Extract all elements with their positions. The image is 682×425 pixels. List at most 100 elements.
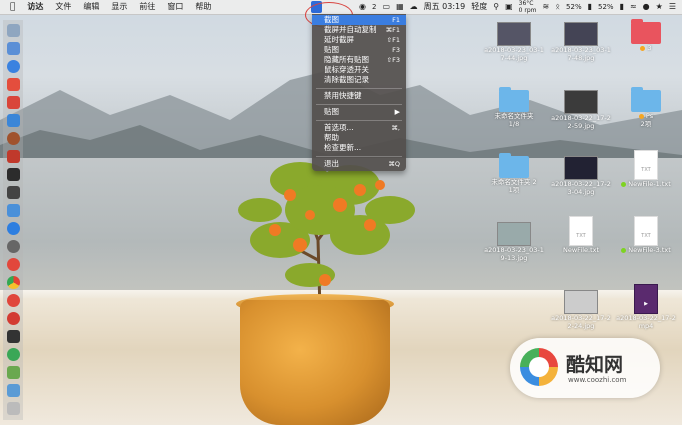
app-icon-green[interactable] [7,366,20,379]
app-icon-black[interactable] [7,186,20,199]
menu-item-pin-image[interactable]: 贴图 F3 [312,45,406,55]
menu-file[interactable]: 文件 [49,0,77,14]
menu-item-screenshot[interactable]: 截图 F1 [312,15,406,25]
desktop-file[interactable]: a2018-03-22_17-2 2-24.jpg [551,290,611,330]
settings-icon[interactable] [7,240,20,253]
tag-dot [640,45,646,51]
battery-percent-2: 52% [598,3,614,11]
menu-item-screenshot-copy[interactable]: 截屏并自动复制 ⌘F1 [312,25,406,35]
battery-icon[interactable]: ▮ [585,0,595,14]
menu-window[interactable]: 窗口 [161,0,189,14]
menu-item-delayed-screenshot[interactable]: 延时截屏 ⇧F1 [312,35,406,45]
document-icon: TXT [634,216,658,246]
search-icon[interactable]: ⚲ [490,0,502,14]
downloads-folder-icon[interactable] [7,384,20,397]
trash-icon[interactable] [7,402,20,415]
menu-item-mouse-passthrough[interactable]: 鼠标穿透开关 [312,65,406,75]
cloud-icon[interactable]: ☁ [407,0,421,14]
desktop-file[interactable]: a2018-03-23_03-1 7-48.jpg [551,22,611,62]
desktop-file[interactable]: ▶ a2018-03-22_17-2 mp4 [616,284,676,330]
watermark: 酷知网 www.coozhi.com [510,338,660,398]
image-thumbnail [564,90,598,114]
temperature: 36°C 0 rpm [516,0,540,14]
file-name-line2: 9-13.jpg [500,254,528,262]
wifi-icon[interactable]: ≈ [627,0,640,14]
yandex-icon[interactable] [7,258,20,271]
menu-item-label: 延时截屏 [324,35,354,44]
bluetooth-icon[interactable]: ᛟ [552,0,563,14]
menu-item-check-updates[interactable]: 检查更新... [312,143,406,153]
tag-dot [621,181,627,187]
menu-item-preferences[interactable]: 首选项... ⌘, [312,123,406,133]
app-icon-red[interactable] [7,96,20,109]
notification-list-icon[interactable]: ☰ [666,0,682,14]
desktop-file[interactable]: TXT NewFile-1.txt [616,150,676,188]
finder-icon[interactable] [7,24,20,37]
file-name-line2: 1项 [508,186,520,194]
desktop-folder[interactable]: Ps 2项 [616,87,676,128]
video-file-icon: ▶ [634,284,658,314]
user-icon[interactable]: ● [640,0,653,14]
desktop-file[interactable]: a2018-03-22_17-2 2-59.jpg [551,90,611,130]
mirror-icon[interactable]: ▣ [502,0,516,14]
file-name: a2018-03-23_03-1 [551,46,611,54]
battery-icon-2[interactable]: ▮ [617,0,627,14]
desktop-file[interactable]: TXT NewFile-3.txt [616,216,676,254]
menu-item-label: 贴图 [324,45,339,54]
desktop-file[interactable]: a2018-03-23_03-1 9-13.jpg [484,222,544,262]
file-name: a2018-03-22_17-2 [616,314,676,322]
desktop-file[interactable]: a2018-03-23_03-1 7-44.jpg [484,22,544,62]
chrome-icon[interactable] [7,276,20,289]
clock[interactable]: 周五 03:19 [421,0,469,14]
activity-icon[interactable]: ≋ [540,0,553,14]
menu-item-clear-history[interactable]: 清除截图记录 [312,75,406,85]
menu-item-label: 鼠标穿透开关 [324,65,369,74]
grid-icon[interactable]: ▦ [393,0,407,14]
app-store-icon-2[interactable] [7,222,20,235]
file-name: a2018-03-23_03-1 [484,46,544,54]
desktop-folder[interactable]: 3 [616,19,676,52]
display-icon[interactable]: ▭ [380,0,394,14]
file-name-text: NewFile-1.txt [628,180,671,188]
folder-icon [631,87,661,112]
wechat-icon[interactable]: ◉ [356,0,369,14]
menu-item-pin-submenu[interactable]: 贴图 ▶ [312,107,406,117]
terminal-icon[interactable] [7,168,20,181]
menu-edit[interactable]: 编辑 [77,0,105,14]
app-store-icon[interactable] [7,114,20,127]
file-name-line2: 1/8 [508,120,520,128]
app-icon-circle-red[interactable] [7,294,20,307]
menu-help[interactable]: 帮助 [189,0,217,14]
launchpad-icon[interactable] [7,42,20,55]
desktop-file[interactable]: a2018-03-22_17-2 3-04.jpg [551,156,611,196]
download-icon[interactable] [7,204,20,217]
desktop-file[interactable]: TXT NewFile.txt [551,216,611,254]
app-icon-dark-red[interactable] [7,150,20,163]
vivaldi-icon[interactable] [7,312,20,325]
menu-app-name[interactable]: 访达 [21,0,49,14]
menu-item-shortcut: ⌘, [391,124,400,132]
input-method[interactable]: 轻度 [468,0,490,14]
file-name-line2: mp4 [638,322,654,330]
apple-icon[interactable]:  [0,2,21,12]
safari-icon[interactable] [7,60,20,73]
image-thumbnail [564,22,598,46]
wechat-dock-icon[interactable] [7,348,20,361]
desktop-folder[interactable]: 未命名文件夹 1/8 [484,87,544,128]
app-icon-brown[interactable] [7,132,20,145]
menu-item-label: 截屏并自动复制 [324,25,377,34]
star-icon[interactable]: ★ [653,0,666,14]
photo-icon[interactable] [7,78,20,91]
menu-item-quit[interactable]: 退出 ⌘Q [312,159,406,169]
menu-go[interactable]: 前往 [133,0,161,14]
file-name-line2: 2-24.jpg [567,322,595,330]
menu-view[interactable]: 显示 [105,0,133,14]
image-thumbnail [564,156,598,180]
menu-item-shortcut: ⇧F3 [386,56,400,64]
menu-item-help[interactable]: 帮助 [312,133,406,143]
menu-item-hide-pins[interactable]: 隐藏所有贴图 ⇧F3 [312,55,406,65]
menu-item-label: 检查更新... [324,143,362,152]
desktop-folder[interactable]: 未命名文件夹 2 1项 [484,153,544,194]
app-icon-dark[interactable] [7,330,20,343]
menu-item-disable-shortcuts[interactable]: 禁用快捷键 [312,91,406,101]
